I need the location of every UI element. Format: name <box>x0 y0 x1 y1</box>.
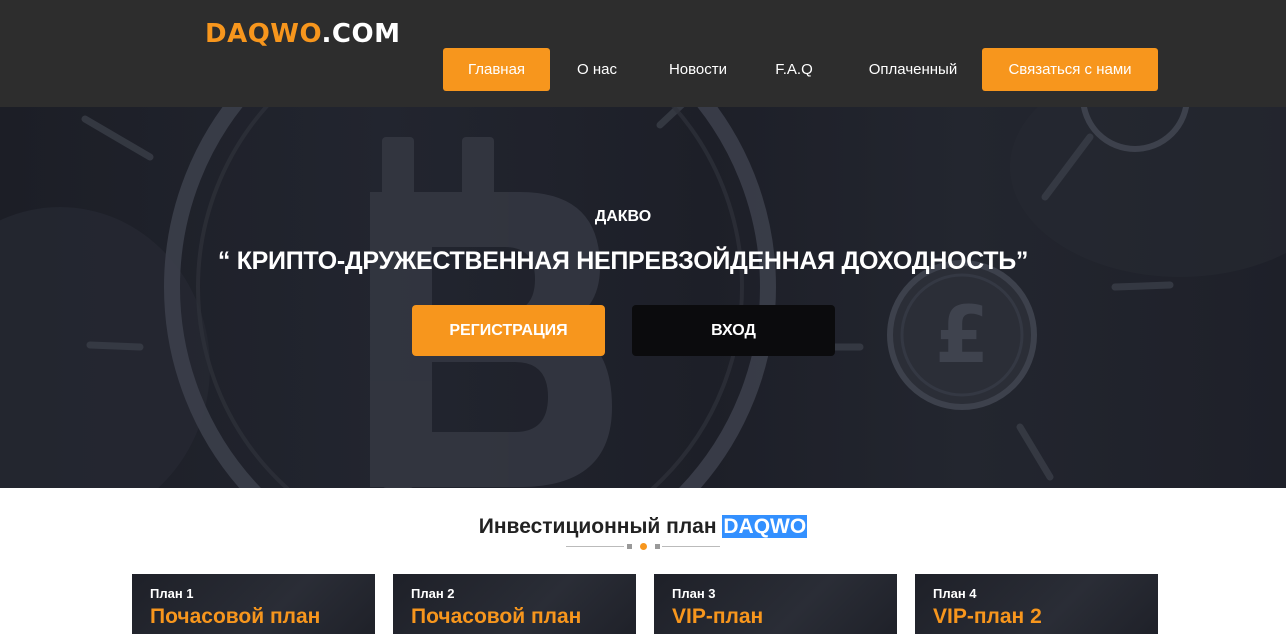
section-divider <box>566 542 721 552</box>
hero-banner: £ ДАКВО “ КРИПТО-ДРУЖЕСТВЕННАЯ НЕПРЕВЗОЙ… <box>0 107 1286 488</box>
nav-item-faq[interactable]: F.A.Q <box>765 48 823 91</box>
plan-number: План 4 <box>933 586 977 601</box>
plan-card-1[interactable]: План 1 Почасовой план <box>132 574 375 634</box>
hero-subtitle: ДАКВО <box>594 208 652 225</box>
plans-section-title: Инвестиционный план DAQWO <box>0 512 1286 542</box>
plan-number: План 1 <box>150 586 194 601</box>
site-logo[interactable]: DAQWO.COM <box>205 18 400 50</box>
login-button[interactable]: ВХОД <box>632 305 835 356</box>
logo-tld: .COM <box>321 19 401 49</box>
pound-coin-icon: £ <box>887 260 1037 410</box>
hero-title: “ КРИПТО-ДРУЖЕСТВЕННАЯ НЕПРЕВЗОЙДЕННАЯ Д… <box>217 247 1029 275</box>
nav-item-paid[interactable]: Оплаченный <box>853 48 973 91</box>
site-header: DAQWO.COM Главная О нас Новости F.A.Q Оп… <box>0 0 1286 107</box>
plan-card-2[interactable]: План 2 Почасовой план <box>393 574 636 634</box>
bitcoin-coin-icon <box>164 107 776 488</box>
plan-name: Почасовой план <box>150 605 321 628</box>
plan-card-4[interactable]: План 4 VIP-план 2 <box>915 574 1158 634</box>
plan-name: Почасовой план <box>411 605 582 628</box>
plans-title-prefix: Инвестиционный план <box>478 515 723 538</box>
plan-name: VIP-план 2 <box>933 605 1042 628</box>
nav-item-news[interactable]: Новости <box>655 48 741 91</box>
register-button[interactable]: РЕГИСТРАЦИЯ <box>412 305 605 356</box>
plans-title-highlight: DAQWO <box>722 515 808 538</box>
svg-text:£: £ <box>935 291 989 381</box>
nav-item-home[interactable]: Главная <box>443 48 550 91</box>
plan-name: VIP-план <box>672 605 764 628</box>
plan-card-3[interactable]: План 3 VIP-план <box>654 574 897 634</box>
nav-item-about[interactable]: О нас <box>564 48 630 91</box>
nav-item-contact[interactable]: Связаться с нами <box>982 48 1158 91</box>
logo-brand: DAQWO <box>205 19 322 49</box>
plan-number: План 2 <box>411 586 455 601</box>
hero-background: £ <box>0 107 1286 488</box>
plan-number: План 3 <box>672 586 716 601</box>
